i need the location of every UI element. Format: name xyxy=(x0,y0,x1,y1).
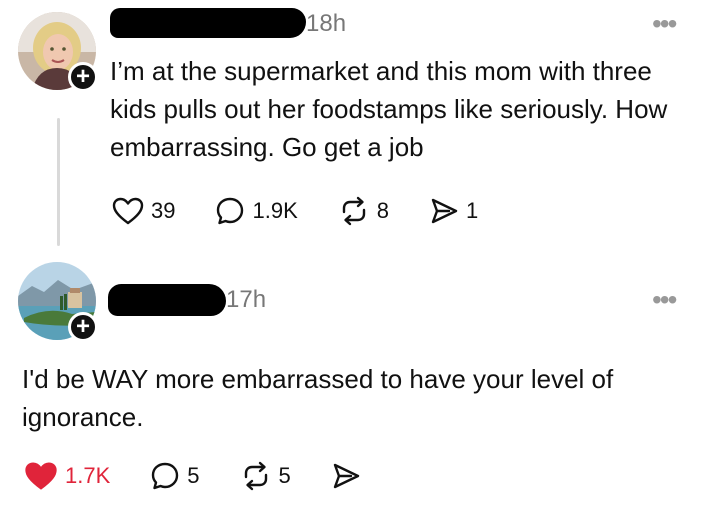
comment-icon xyxy=(217,197,244,225)
post-2: + 17h ••• I'd be WAY more embarrassed to… xyxy=(0,250,716,518)
post-actions: 39 1.9K 8 1 xyxy=(112,196,518,226)
thread-line xyxy=(57,118,60,246)
redacted-username xyxy=(108,284,226,316)
repost-count: 5 xyxy=(278,463,291,488)
more-options-icon[interactable]: ••• xyxy=(652,10,677,38)
post-time: 17h xyxy=(226,286,267,313)
share-button[interactable]: 1 xyxy=(429,196,478,226)
share-count: 1 xyxy=(466,198,479,223)
repost-icon xyxy=(342,196,365,226)
share-button[interactable] xyxy=(331,461,361,491)
send-icon xyxy=(333,463,359,489)
like-button[interactable]: 1.7K xyxy=(24,460,110,492)
follow-button[interactable]: + xyxy=(68,62,98,92)
post-actions: 1.7K 5 5 xyxy=(24,460,401,492)
send-icon xyxy=(431,198,458,224)
redacted-username xyxy=(110,8,306,38)
post-time: 18h xyxy=(306,10,347,37)
like-count: 39 xyxy=(151,198,176,223)
comment-icon xyxy=(152,462,179,490)
repost-button[interactable]: 8 xyxy=(338,196,389,226)
post-1: + 18h ••• I’m at the supermarket and thi… xyxy=(0,0,716,250)
reply-button[interactable]: 1.9K xyxy=(215,196,298,226)
reply-count: 5 xyxy=(187,463,200,488)
repost-count: 8 xyxy=(376,198,389,223)
post-text: I’m at the supermarket and this mom with… xyxy=(110,56,668,162)
repost-icon xyxy=(244,461,267,491)
repost-button[interactable]: 5 xyxy=(240,461,291,491)
follow-button[interactable]: + xyxy=(68,312,98,342)
heart-icon xyxy=(112,197,144,225)
like-count: 1.7K xyxy=(65,463,111,488)
like-button[interactable]: 39 xyxy=(112,196,175,226)
heart-filled-icon xyxy=(25,462,57,490)
more-options-icon[interactable]: ••• xyxy=(652,286,677,314)
reply-button[interactable]: 5 xyxy=(150,461,200,491)
post-text: I'd be WAY more embarrassed to have your… xyxy=(22,364,614,432)
reply-count: 1.9K xyxy=(252,198,298,223)
